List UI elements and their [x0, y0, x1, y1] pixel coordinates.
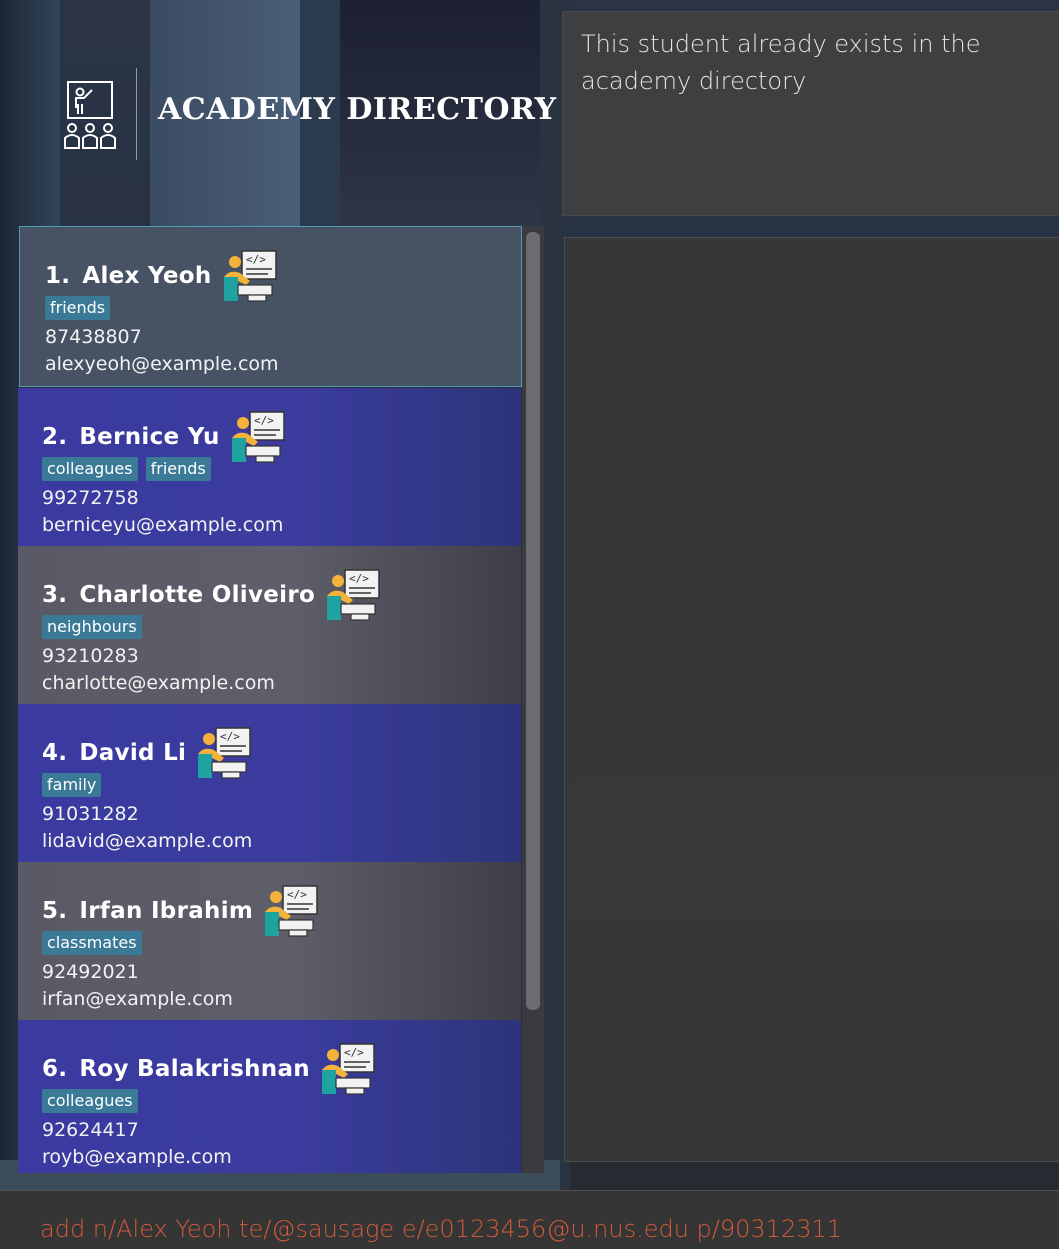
student-email: berniceyu@example.com	[42, 514, 284, 536]
tag-badge: friends	[145, 457, 211, 481]
student-email: royb@example.com	[42, 1146, 232, 1168]
svg-text:</>: </>	[254, 414, 274, 427]
student-name: Bernice Yu	[79, 424, 220, 450]
student-index: 3.	[42, 582, 68, 608]
student-email: alexyeoh@example.com	[45, 353, 279, 375]
result-display: This student already exists in the acade…	[562, 11, 1059, 216]
student-phone: 93210283	[42, 645, 139, 667]
student-name: David Li	[79, 740, 187, 766]
svg-text:</>: </>	[220, 730, 240, 743]
detail-panel	[564, 237, 1059, 1162]
list-scrollbar-thumb[interactable]	[526, 232, 540, 1010]
programmer-icon: </>	[327, 569, 380, 621]
student-phone: 99272758	[42, 487, 139, 509]
svg-text:</>: </>	[246, 253, 266, 266]
student-index: 2.	[42, 424, 68, 450]
programmer-icon: </>	[198, 727, 251, 779]
command-input[interactable]	[38, 1210, 1042, 1248]
student-name-row: 5. Irfan Ibrahim </>	[42, 884, 319, 938]
tag-badge: classmates	[42, 931, 142, 955]
student-name-row: 3. Charlotte Oliveiro </>	[42, 568, 381, 622]
student-email: lidavid@example.com	[42, 830, 253, 852]
tag-badge: family	[42, 773, 102, 797]
student-email: charlotte@example.com	[42, 672, 275, 694]
tag-badge: friends	[45, 296, 111, 320]
student-list[interactable]: 1. Alex Yeoh </> friends 87438807 alexyeoh@…	[18, 226, 544, 1173]
tag-list: colleagues friends	[42, 457, 211, 481]
student-card[interactable]: 3. Charlotte Oliveiro </> neighbours 93210…	[18, 546, 521, 704]
student-index: 1.	[45, 263, 71, 289]
tag-badge: colleagues	[42, 457, 138, 481]
student-phone: 92492021	[42, 961, 139, 983]
svg-text:</>: </>	[287, 888, 307, 901]
student-card[interactable]: 4. David Li </> family 91031282 lidavid@exa…	[18, 704, 521, 862]
student-email: irfan@example.com	[42, 988, 233, 1010]
tag-list: classmates	[42, 931, 142, 955]
student-card[interactable]: 6. Roy Balakrishnan </> colleagues 9262441…	[18, 1020, 521, 1173]
student-phone: 92624417	[42, 1119, 139, 1141]
student-name-row: 6. Roy Balakrishnan </>	[42, 1042, 376, 1096]
student-card[interactable]: 5. Irfan Ibrahim </> classmates 92492021 ir…	[18, 862, 521, 1020]
tag-list: colleagues	[42, 1089, 138, 1113]
student-index: 4.	[42, 740, 68, 766]
student-phone: 87438807	[45, 326, 142, 348]
student-index: 6.	[42, 1056, 68, 1082]
student-name: Alex Yeoh	[82, 263, 212, 289]
programmer-icon: </>	[231, 411, 285, 463]
programmer-icon: </>	[265, 885, 318, 937]
app-title: ACADEMY DIRECTORY	[158, 92, 557, 127]
programmer-icon: </>	[321, 1043, 375, 1095]
tag-badge: neighbours	[42, 615, 142, 639]
student-index: 5.	[42, 898, 68, 924]
student-card[interactable]: 2. Bernice Yu </> colleagues friends 992727…	[18, 388, 521, 546]
tag-badge: colleagues	[42, 1089, 138, 1113]
svg-text:</>: </>	[349, 572, 369, 585]
student-name: Roy Balakrishnan	[79, 1056, 310, 1082]
header-divider	[136, 68, 137, 160]
teacher-classroom-icon	[60, 78, 120, 158]
student-name: Irfan Ibrahim	[79, 898, 254, 924]
student-name-row: 2. Bernice Yu </>	[42, 410, 286, 464]
programmer-icon: </>	[223, 250, 277, 302]
student-name-row: 1. Alex Yeoh </>	[45, 249, 278, 303]
student-card[interactable]: 1. Alex Yeoh </> friends 87438807 alexyeoh@…	[19, 226, 522, 387]
student-name-row: 4. David Li </>	[42, 726, 252, 780]
student-phone: 91031282	[42, 803, 139, 825]
tag-list: friends	[45, 296, 111, 320]
student-name: Charlotte Oliveiro	[79, 582, 316, 608]
tag-list: neighbours	[42, 615, 142, 639]
svg-text:</>: </>	[344, 1046, 364, 1059]
tag-list: family	[42, 773, 102, 797]
